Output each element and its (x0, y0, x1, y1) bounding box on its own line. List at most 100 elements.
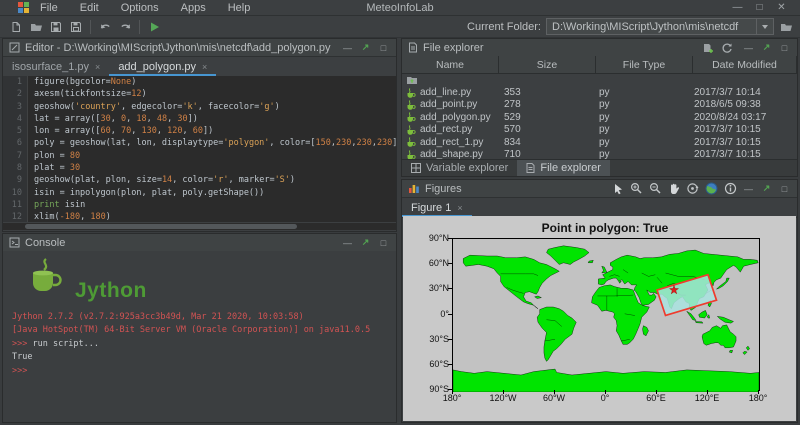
y-tick-label: 60°N (428, 258, 449, 269)
code-line[interactable]: 3 geoshow('country', edgecolor='k', facec… (3, 100, 396, 113)
editor-tab-add_polygon.py[interactable]: add_polygon.py × (109, 59, 217, 76)
menu-apps[interactable]: Apps (170, 2, 217, 14)
line-number: 4 (3, 112, 28, 126)
menu-options[interactable]: Options (110, 2, 170, 14)
full-extent-icon[interactable] (686, 182, 699, 195)
console-line: [Java HotSpot(TM) 64-Bit Server VM (Orac… (12, 325, 371, 336)
world-map (453, 245, 759, 392)
menu-file[interactable]: File (29, 2, 69, 14)
select-cursor-icon[interactable] (612, 183, 624, 195)
redo-icon[interactable] (115, 19, 135, 35)
code-editor[interactable]: 1 figure(bgcolor=None) 2 axesm(tickfontsize… (3, 76, 396, 222)
close-window-icon[interactable]: ✕ (775, 2, 788, 13)
zoom-out-icon[interactable] (649, 182, 662, 195)
code-line[interactable]: 8 plat = 30 (3, 162, 396, 175)
maximize-panel-icon[interactable]: □ (377, 43, 390, 53)
file-name: add_line.py (420, 87, 472, 99)
refresh-icon[interactable] (721, 42, 733, 54)
code-line[interactable]: 10 isin = inpolygon(plon, plat, poly.getS… (3, 186, 396, 199)
minimize-panel-icon[interactable]: — (341, 43, 354, 53)
x-tick-label: 120°W (489, 393, 517, 403)
chevron-down-icon[interactable] (756, 19, 773, 34)
minimize-window-icon[interactable]: — (731, 2, 744, 13)
close-tab-icon[interactable]: × (457, 203, 462, 213)
console-output[interactable]: Jython Jython 2.7.2 (v2.7.2:925a3cc3b49d… (3, 251, 396, 422)
maximize-panel-icon[interactable]: □ (778, 43, 791, 53)
world-map-plot[interactable] (452, 238, 760, 392)
x-axis-labels: 180° 120°W 60°W 0° 60°E 120°E 180° (443, 393, 768, 405)
file-table-header[interactable]: Name Size File Type Date Modified (402, 56, 797, 74)
table-row[interactable]: add_polygon.py 529 py 2020/8/24 03:17 (402, 111, 797, 123)
current-folder-label: Current Folder: (467, 20, 541, 33)
console-line: True (12, 352, 33, 363)
tab-figure-1[interactable]: Figure 1 × (402, 200, 472, 217)
open-folder-button[interactable] (26, 19, 46, 35)
code-line[interactable]: 12 xlim(-180, 180) (3, 211, 396, 222)
current-folder-combobox[interactable]: D:\Working\MIScript\Jython\mis\netcdf (546, 18, 774, 35)
minimize-panel-icon[interactable]: — (742, 184, 755, 194)
figures-panel-title: Figures (425, 182, 462, 195)
identifier-info-icon[interactable] (724, 182, 737, 195)
code-line[interactable]: 11 print isin (3, 198, 396, 212)
code-line[interactable]: 5 lon = array([60, 70, 130, 120, 60]) (3, 125, 396, 138)
save-button[interactable] (46, 19, 66, 35)
minimize-panel-icon[interactable]: — (341, 238, 354, 248)
table-row[interactable]: add_rect.py 570 py 2017/3/7 10:15 (402, 124, 797, 136)
close-tab-icon[interactable]: × (95, 62, 100, 72)
column-header-size[interactable]: Size (499, 56, 596, 73)
parent-directory-row[interactable] (402, 74, 797, 86)
code-line[interactable]: 6 poly = geoshow(lat, lon, displaytype='p… (3, 137, 396, 150)
explorer-tab-file-explorer[interactable]: File explorer (517, 160, 610, 176)
table-row[interactable]: add_line.py 353 py 2017/3/7 10:14 (402, 86, 797, 98)
float-panel-icon[interactable]: ↗ (760, 183, 773, 194)
app-logo-icon (18, 2, 29, 13)
undo-icon[interactable] (95, 19, 115, 35)
column-header-file-type[interactable]: File Type (596, 56, 693, 73)
maximize-window-icon[interactable]: □ (753, 2, 766, 13)
python-file-icon (407, 87, 416, 98)
file-table: Name Size File Type Date Modified add_line.… (402, 56, 797, 160)
save-as-button[interactable] (66, 19, 86, 35)
file-explorer-title: File explorer (423, 41, 484, 54)
table-row[interactable]: add_point.py 278 py 2018/6/5 09:38 (402, 99, 797, 111)
editor-tab-isosurface_1.py[interactable]: isosurface_1.py × (3, 59, 109, 76)
figure-canvas[interactable]: Point in polygon: True 90°N 60°N 30°N 0°… (403, 216, 796, 421)
tab-label: File explorer (540, 162, 601, 174)
variable-grid-icon (411, 163, 421, 173)
run-script-button[interactable] (144, 19, 164, 35)
float-panel-icon[interactable]: ↗ (359, 42, 372, 53)
editor-horizontal-scrollbar[interactable] (3, 223, 396, 230)
code-line[interactable]: 9 geoshow(plat, plon, size=14, color='r',… (3, 174, 396, 187)
x-tick-label: 60°E (646, 393, 666, 403)
figures-panel-icon (409, 185, 419, 193)
menu-help[interactable]: Help (217, 2, 262, 14)
maximize-panel-icon[interactable]: □ (778, 184, 791, 194)
line-number: 11 (3, 198, 28, 212)
browse-folder-button[interactable] (776, 19, 796, 35)
console-line: >>> (12, 365, 28, 376)
code-line[interactable]: 2 axesm(tickfontsize=12) (3, 88, 396, 101)
editor-panel-title: Editor - D:\Working\MIScript\Jython\mis\… (25, 41, 331, 54)
line-number: 6 (3, 137, 28, 150)
float-panel-icon[interactable]: ↗ (760, 42, 773, 53)
new-folder-icon[interactable] (702, 42, 714, 54)
zoom-in-icon[interactable] (630, 182, 643, 195)
maximize-panel-icon[interactable]: □ (377, 238, 390, 248)
explorer-tab-variable-explorer[interactable]: Variable explorer (402, 160, 517, 176)
table-row[interactable]: add_rect_1.py 834 py 2017/3/7 10:15 (402, 136, 797, 148)
file-size: 353 (504, 87, 521, 99)
folder-up-icon (407, 77, 417, 85)
globe-icon[interactable] (705, 182, 718, 195)
new-file-button[interactable] (6, 19, 26, 35)
float-panel-icon[interactable]: ↗ (359, 237, 372, 248)
code-line[interactable]: 7 plon = 80 (3, 149, 396, 163)
column-header-name[interactable]: Name (402, 56, 499, 73)
file-modified: 2017/3/7 10:15 (694, 136, 761, 148)
column-header-date-modified[interactable]: Date Modified (693, 56, 797, 73)
pan-hand-icon[interactable] (668, 182, 680, 195)
code-line[interactable]: 4 lat = array([30, 0, 18, 48, 30]) (3, 112, 396, 126)
minimize-panel-icon[interactable]: — (742, 43, 755, 53)
code-line[interactable]: 1 figure(bgcolor=None) (3, 76, 396, 89)
menu-edit[interactable]: Edit (69, 2, 110, 14)
close-tab-icon[interactable]: × (202, 62, 207, 72)
